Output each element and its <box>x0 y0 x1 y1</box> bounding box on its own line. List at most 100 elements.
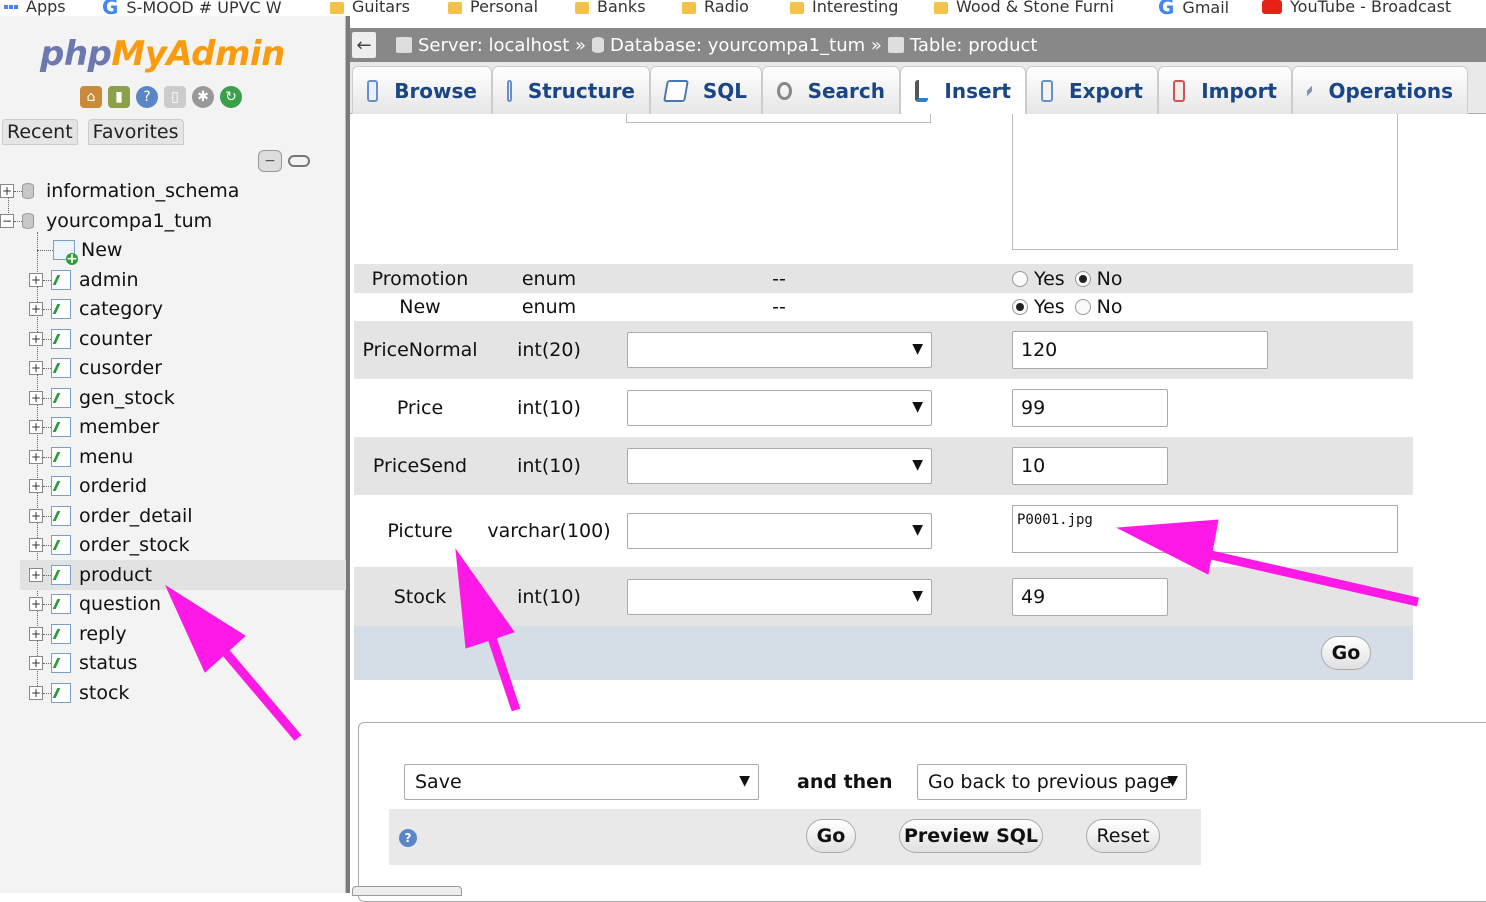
phpmyadmin-logo[interactable]: phpMyAdmin <box>40 34 285 74</box>
tree-new-label[interactable]: New <box>81 239 122 261</box>
tree-table-order-stock[interactable]: + order_stock <box>20 530 346 560</box>
expand-icon[interactable]: + <box>29 361 43 375</box>
value-input[interactable]: 49 <box>1012 577 1168 616</box>
tab-structure[interactable]: Structure <box>492 66 650 114</box>
collapse-icon[interactable]: − <box>0 214 14 228</box>
new-yes-radio[interactable]: Yes <box>1012 296 1065 318</box>
expand-icon[interactable]: + <box>29 597 43 611</box>
home-icon[interactable]: ⌂ <box>80 86 102 108</box>
tree-table-gen-stock[interactable]: + gen_stock <box>20 383 346 413</box>
tree-table-label[interactable]: menu <box>79 446 133 468</box>
expand-icon[interactable]: + <box>29 627 43 641</box>
tree-db-yourcompa1-tum[interactable]: − yourcompa1_tum <box>0 206 212 236</box>
tab-insert[interactable]: Insert <box>900 66 1026 114</box>
tree-table-member[interactable]: + member <box>20 412 346 442</box>
function-select[interactable]: ▼ <box>627 332 932 368</box>
tree-table-counter[interactable]: + counter <box>20 324 346 354</box>
tree-table-label[interactable]: order_detail <box>79 505 193 527</box>
function-select[interactable]: ▼ <box>627 578 932 615</box>
settings-gear-icon[interactable]: ✱ <box>192 86 214 108</box>
bookmark-wood-stone[interactable]: Wood & Stone Furni <box>934 0 1114 16</box>
expand-icon[interactable]: + <box>29 420 43 434</box>
bookmark-smood[interactable]: G S-MOOD # UPVC W <box>102 0 282 16</box>
docs-icon[interactable]: ▯ <box>164 86 186 108</box>
tree-table-label[interactable]: stock <box>79 682 129 704</box>
bookmark-interesting[interactable]: Interesting <box>790 0 898 16</box>
expand-icon[interactable]: + <box>29 686 43 700</box>
favorites-tab[interactable]: Favorites <box>87 119 184 145</box>
function-select[interactable]: ▼ <box>627 448 932 484</box>
tree-table-label[interactable]: orderid <box>79 475 147 497</box>
console-tab[interactable] <box>352 886 462 896</box>
tree-table-label[interactable]: question <box>79 593 161 615</box>
tree-db-label[interactable]: information_schema <box>46 180 239 202</box>
expand-icon[interactable]: + <box>29 568 43 582</box>
after-insert-select[interactable]: Go back to previous page ▼ <box>917 764 1187 800</box>
help-icon[interactable]: ? <box>136 86 158 108</box>
tree-table-product[interactable]: + product <box>20 560 346 590</box>
tree-table-reply[interactable]: + reply <box>20 619 346 649</box>
tree-table-label[interactable]: reply <box>79 623 127 645</box>
expand-icon[interactable]: + <box>29 332 43 346</box>
go-button[interactable]: Go <box>1321 636 1371 670</box>
value-textarea-partial[interactable] <box>1012 114 1398 250</box>
promotion-no-radio[interactable]: No <box>1074 268 1123 290</box>
help-icon[interactable]: ? <box>399 829 417 847</box>
expand-icon[interactable]: + <box>0 184 14 198</box>
expand-icon[interactable]: + <box>29 450 43 464</box>
value-input[interactable]: 120 <box>1012 331 1268 369</box>
bookmark-guitars[interactable]: Guitars <box>330 0 410 16</box>
tree-table-order-detail[interactable]: + order_detail <box>20 501 346 531</box>
tree-table-admin[interactable]: + admin <box>20 265 346 295</box>
logout-icon[interactable]: ▮ <box>108 86 130 108</box>
tree-table-label[interactable]: cusorder <box>79 357 162 379</box>
tree-table-stock[interactable]: + stock <box>20 678 346 708</box>
breadcrumb-database[interactable]: Database: yourcompa1_tum » <box>592 35 882 56</box>
tab-operations[interactable]: Operations <box>1292 66 1468 114</box>
tree-table-label[interactable]: counter <box>79 328 152 350</box>
value-textarea[interactable]: P0001.jpg <box>1012 505 1398 553</box>
tree-table-label[interactable]: category <box>79 298 163 320</box>
function-select[interactable]: ▼ <box>627 390 932 426</box>
expand-icon[interactable]: + <box>29 656 43 670</box>
breadcrumb-table[interactable]: Table: product <box>887 35 1037 56</box>
breadcrumb-server[interactable]: Server: localhost » <box>396 35 586 56</box>
tab-sql[interactable]: SQL <box>650 66 762 114</box>
preview-sql-button[interactable]: Preview SQL <box>899 819 1043 853</box>
expand-icon[interactable]: + <box>29 302 43 316</box>
bookmark-radio[interactable]: Radio <box>682 0 749 16</box>
bookmark-apps[interactable]: Apps <box>4 0 66 16</box>
tab-browse[interactable]: Browse <box>352 66 492 114</box>
tree-table-category[interactable]: + category <box>20 294 346 324</box>
tab-export[interactable]: Export <box>1026 66 1158 114</box>
tree-table-question[interactable]: + question <box>20 589 346 619</box>
bookmark-personal[interactable]: Personal <box>448 0 538 16</box>
collapse-all-icon[interactable]: − <box>258 150 282 172</box>
tree-table-label[interactable]: order_stock <box>79 534 190 556</box>
new-no-radio[interactable]: No <box>1074 296 1123 318</box>
tree-table-orderid[interactable]: + orderid <box>20 471 346 501</box>
promotion-yes-radio[interactable]: Yes <box>1012 268 1065 290</box>
value-input[interactable]: 99 <box>1012 389 1168 427</box>
tree-new-table[interactable]: New <box>37 235 122 265</box>
tab-search[interactable]: Search <box>762 66 900 114</box>
function-select-partial[interactable] <box>626 114 931 123</box>
tree-table-status[interactable]: + status <box>20 648 346 678</box>
link-with-main-icon[interactable] <box>288 155 310 167</box>
bookmark-gmail[interactable]: G Gmail <box>1158 0 1229 16</box>
tree-table-label[interactable]: product <box>79 564 152 586</box>
reload-icon[interactable]: ↻ <box>220 86 242 108</box>
expand-icon[interactable]: + <box>29 273 43 287</box>
tree-db-label[interactable]: yourcompa1_tum <box>46 210 212 232</box>
action-select[interactable]: Save ▼ <box>404 764 759 800</box>
bookmark-youtube[interactable]: YouTube - Broadcast <box>1262 0 1451 16</box>
function-select[interactable]: ▼ <box>627 513 932 549</box>
tree-table-label[interactable]: status <box>79 652 137 674</box>
value-input[interactable]: 10 <box>1012 447 1168 485</box>
tree-db-information-schema[interactable]: + information_schema <box>0 176 239 206</box>
tab-import[interactable]: Import <box>1158 66 1292 114</box>
tree-table-label[interactable]: admin <box>79 269 139 291</box>
expand-icon[interactable]: + <box>29 509 43 523</box>
bookmark-banks[interactable]: Banks <box>575 0 646 16</box>
tree-table-menu[interactable]: + menu <box>20 442 346 472</box>
